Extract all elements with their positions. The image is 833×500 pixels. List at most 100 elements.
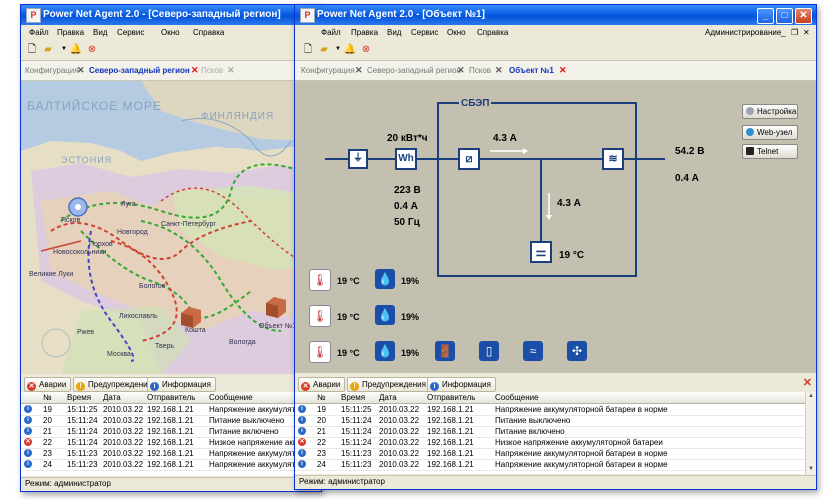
row-sender: 192.168.1.21 <box>427 405 474 414</box>
tab-alarms[interactable]: ✕ Аварии <box>298 377 346 392</box>
open-folder-icon[interactable]: ▰ <box>41 43 55 56</box>
tab-warnings[interactable]: ! Предупреждения <box>73 377 157 392</box>
menu-administration[interactable]: Администрирование <box>705 28 781 37</box>
menu-file[interactable]: Файл <box>321 28 341 37</box>
maximize-button[interactable]: □ <box>776 8 793 24</box>
left-menu-window[interactable]: Окно <box>161 28 180 37</box>
left-titlebar[interactable]: P Power Net Agent 2.0 - [Северо-западный… <box>21 5 321 25</box>
thermometer-icon[interactable]: 🌡 <box>309 305 331 327</box>
settings-button[interactable]: Настройка <box>742 104 798 119</box>
output-filter-icon[interactable]: ≋ <box>602 148 624 170</box>
tab-info[interactable]: i Информация <box>427 377 496 392</box>
mdi-close-button[interactable]: ✕ <box>803 28 810 37</box>
col-time[interactable]: Время <box>341 393 365 402</box>
row-date: 2010.03.22 <box>103 438 144 447</box>
tab-info[interactable]: i Информация <box>147 377 216 392</box>
humidity-icon[interactable]: 💧 <box>375 269 395 289</box>
minimize-button[interactable]: _ <box>757 8 774 24</box>
menu-service[interactable]: Сервис <box>411 28 438 37</box>
menu-window[interactable]: Окно <box>447 28 466 37</box>
terminal-icon <box>746 147 754 155</box>
new-document-icon[interactable]: 🗋 <box>25 43 39 56</box>
table-header: № Время Дата Отправитель Сообщение <box>295 392 816 404</box>
scroll-up-icon[interactable]: ▲ <box>806 392 816 401</box>
map-label-object1[interactable]: Объект №1 <box>259 323 296 330</box>
menu-view[interactable]: Вид <box>387 28 401 37</box>
left-menu-service[interactable]: Сервис <box>117 28 144 37</box>
table-row[interactable]: i 24 15:11:23 2010.03.22 192.168.1.21 На… <box>21 459 321 471</box>
left-menu-view[interactable]: Вид <box>93 28 107 37</box>
tab-configuration[interactable]: Конфигурация <box>301 66 355 75</box>
tab-warnings[interactable]: ! Предупреждения <box>347 377 431 392</box>
menu-edit[interactable]: Правка <box>351 28 378 37</box>
web-node-label: Web-узел <box>757 128 793 137</box>
left-event-tabs: ✕ Аварии ! Предупреждения i Информация <box>21 374 321 392</box>
region-map[interactable]: БАЛТИЙСКОЕ МОРЕ ФИНЛЯНДИЯ ЭСТОНИЯ Луга П… <box>21 81 321 375</box>
tab-alarms[interactable]: ✕ Аварии <box>24 377 72 392</box>
close-icon[interactable]: ✕ <box>227 65 235 76</box>
row-message: Питание включено <box>209 427 279 436</box>
bell-icon[interactable]: 🔔 <box>69 43 83 56</box>
tab-pskov[interactable]: Псков <box>201 66 223 75</box>
col-date[interactable]: Дата <box>103 393 121 402</box>
energy-meter-icon[interactable]: Wh <box>395 148 417 170</box>
menu-help[interactable]: Справка <box>477 28 508 37</box>
col-num[interactable]: № <box>317 393 326 402</box>
rectifier-icon[interactable]: ⧄ <box>458 148 480 170</box>
scroll-down-icon[interactable]: ▼ <box>806 465 816 474</box>
telnet-button[interactable]: Telnet <box>742 144 798 159</box>
event-table-scrollbar[interactable]: ▲ ▼ <box>805 392 816 474</box>
battery-icon[interactable]: ⚌ <box>530 241 552 263</box>
close-icon[interactable]: ✕ <box>355 65 363 76</box>
humidity-icon[interactable]: 💧 <box>375 305 395 325</box>
close-icon[interactable]: ✕ <box>457 65 465 76</box>
tab-northwest-region[interactable]: Северо-западный регион <box>367 66 461 75</box>
col-sender[interactable]: Отправитель <box>427 393 475 402</box>
close-icon[interactable]: ✕ <box>191 65 199 76</box>
right-titlebar[interactable]: P Power Net Agent 2.0 - [Объект №1] _ □ ✕ <box>295 5 816 25</box>
tab-northwest-region[interactable]: Северо-западный регион <box>89 66 190 75</box>
close-icon[interactable]: ✕ <box>77 65 85 76</box>
tab-configuration[interactable]: Конфигурация <box>25 66 79 75</box>
left-menu-edit[interactable]: Правка <box>57 28 84 37</box>
row-message: Питание выключено <box>495 416 571 425</box>
flood-sensor-icon[interactable]: ≈ <box>523 341 543 361</box>
col-sender[interactable]: Отправитель <box>147 393 195 402</box>
table-header: № Время Дата Отправитель Сообщение <box>21 392 321 404</box>
bell-icon[interactable]: 🔔 <box>343 43 357 56</box>
col-date[interactable]: Дата <box>379 393 397 402</box>
tab-object1[interactable]: Объект №1 <box>509 66 554 75</box>
thermometer-icon[interactable]: 🌡 <box>309 341 331 363</box>
row-num: 23 <box>317 449 326 458</box>
warning-icon: ! <box>76 382 85 391</box>
close-panel-icon[interactable]: ✕ <box>803 376 812 389</box>
stop-icon[interactable]: ⊗ <box>85 43 99 56</box>
mdi-restore-button[interactable]: ❐ <box>791 28 798 37</box>
vibration-sensor-icon[interactable]: ▯ <box>479 341 499 361</box>
fan-icon[interactable]: ✣ <box>567 341 587 361</box>
left-menu-file[interactable]: Файл <box>29 28 49 37</box>
web-node-button[interactable]: Web-узел <box>742 125 798 140</box>
close-icon[interactable]: ✕ <box>559 65 567 76</box>
stop-icon[interactable]: ⊗ <box>359 43 373 56</box>
door-sensor-icon[interactable]: 🚪 <box>435 341 455 361</box>
meter-label: Wh <box>398 153 414 164</box>
left-menu-help[interactable]: Справка <box>193 28 224 37</box>
tab-pskov[interactable]: Псков <box>469 66 491 75</box>
table-row[interactable]: i 24 15:11:23 2010.03.22 192.168.1.21 На… <box>295 459 816 471</box>
close-icon[interactable]: ✕ <box>495 65 503 76</box>
mdi-minimize-button[interactable]: _ <box>781 28 785 37</box>
info-icon: i <box>24 449 32 457</box>
close-button[interactable]: ✕ <box>795 8 812 24</box>
row-sender: 192.168.1.21 <box>427 438 474 447</box>
col-message[interactable]: Сообщение <box>495 393 539 402</box>
input-switch-icon[interactable]: ⏚ <box>348 149 368 169</box>
col-num[interactable]: № <box>43 393 52 402</box>
col-time[interactable]: Время <box>67 393 91 402</box>
col-message[interactable]: Сообщение <box>209 393 253 402</box>
tab-warnings-label: Предупреждения <box>88 380 152 389</box>
humidity-icon[interactable]: 💧 <box>375 341 395 361</box>
thermometer-icon[interactable]: 🌡 <box>309 269 331 291</box>
open-folder-icon[interactable]: ▰ <box>317 43 331 56</box>
new-document-icon[interactable]: 🗋 <box>301 43 315 56</box>
